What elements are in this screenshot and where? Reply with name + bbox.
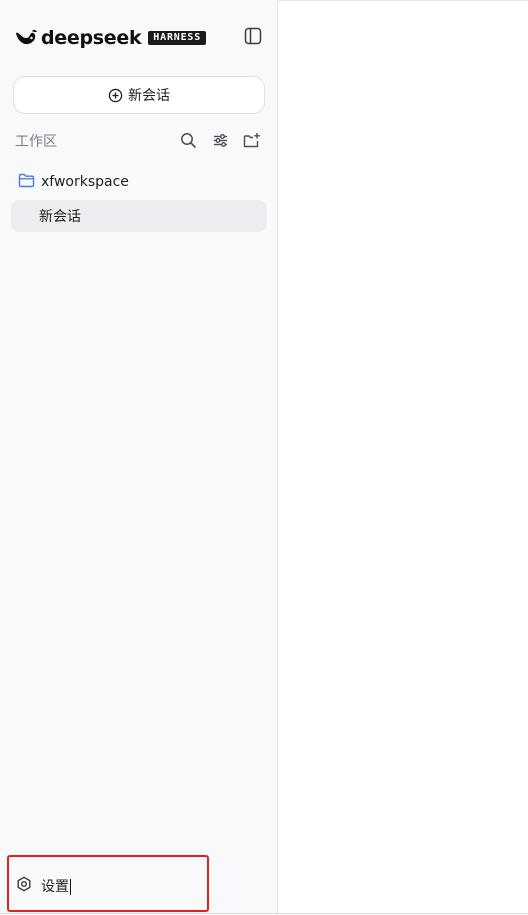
harness-badge: HARNESS	[148, 31, 207, 45]
text-cursor	[70, 879, 71, 895]
folder-xfworkspace[interactable]: xfworkspace	[18, 172, 129, 192]
new-chat-label: 新会话	[128, 88, 170, 104]
filter-sliders-icon	[212, 132, 229, 153]
app-window: deepseek HARNESS 新会话 工作区 xfworkspace 新会话…	[0, 0, 528, 915]
brand-name: deepseek	[41, 27, 142, 49]
brand: deepseek HARNESS	[14, 27, 207, 49]
gear-icon	[16, 876, 32, 896]
folder-icon	[18, 173, 35, 192]
settings-button[interactable]: 设置	[16, 876, 71, 896]
folder-label: xfworkspace	[41, 174, 129, 190]
workspace-title: 工作区	[15, 134, 57, 150]
new-folder-button[interactable]	[242, 132, 262, 153]
sidebar-toggle-icon	[244, 27, 262, 49]
chat-item-label: 新会话	[39, 209, 81, 225]
new-chat-button[interactable]: 新会话	[13, 76, 265, 114]
new-folder-icon	[243, 132, 261, 153]
whale-logo-icon	[14, 27, 38, 49]
settings-label: 设置	[41, 879, 71, 895]
window-bottom-border	[0, 913, 528, 914]
main-content-area	[278, 0, 528, 915]
search-button[interactable]	[178, 132, 198, 153]
sidebar: deepseek HARNESS 新会话 工作区 xfworkspace 新会话…	[0, 0, 278, 915]
workspace-toolbar	[178, 132, 262, 153]
sidebar-toggle-button[interactable]	[243, 27, 263, 49]
search-icon	[180, 132, 197, 153]
plus-circle-icon	[108, 88, 123, 103]
chat-list-item[interactable]: 新会话	[11, 200, 267, 232]
filter-button[interactable]	[210, 133, 230, 151]
